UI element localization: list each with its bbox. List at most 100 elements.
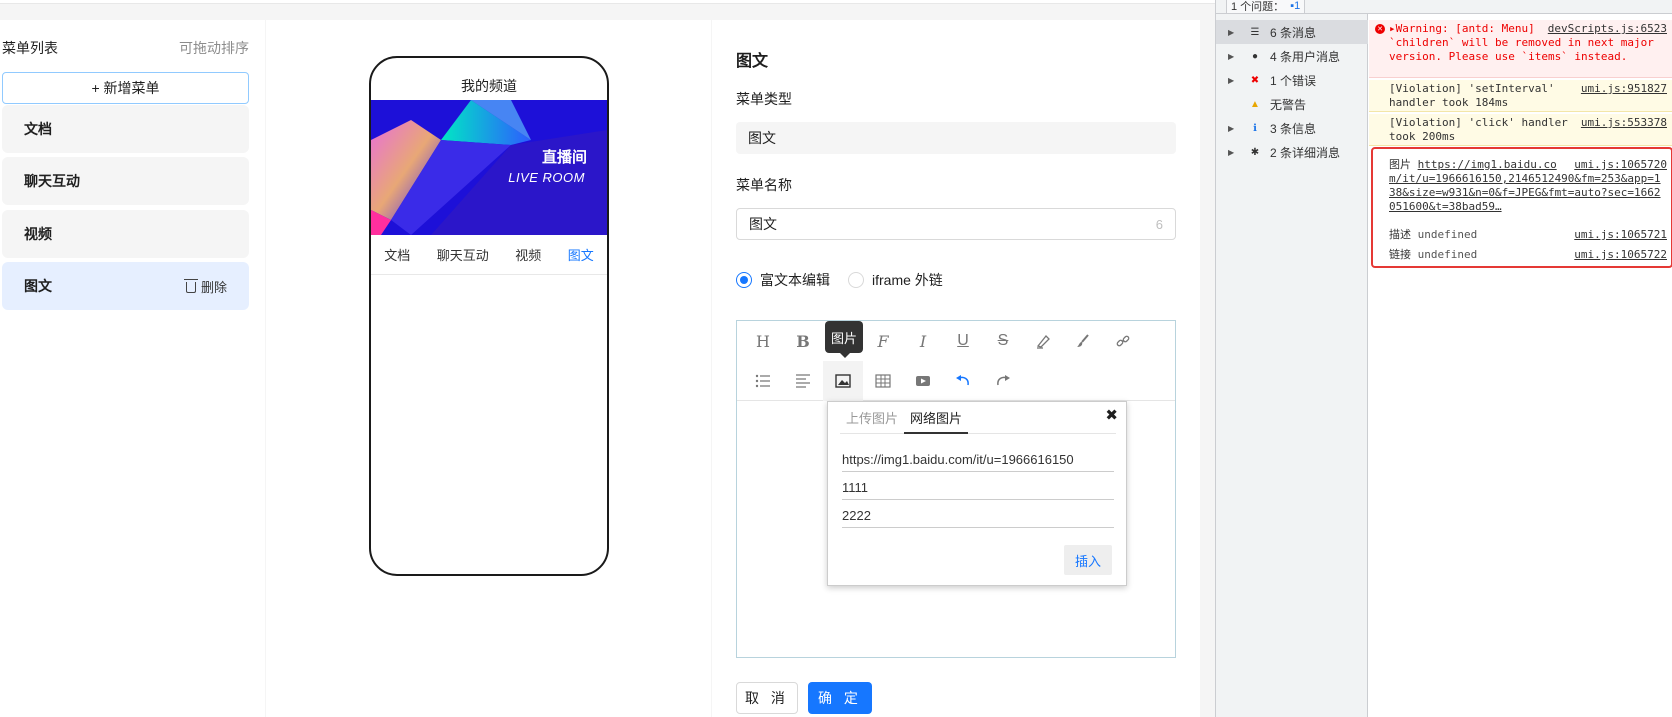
radio-dot-checked [736, 272, 752, 288]
table-icon[interactable] [863, 361, 903, 401]
sidebar-item-info[interactable]: ▶ ℹ 3 条信息 [1216, 116, 1368, 140]
phone-tab-chat[interactable]: 聊天互动 [437, 245, 489, 264]
tab-network-image[interactable]: 网络图片 [904, 408, 969, 434]
content-mode-radios: 富文本编辑 iframe 外链 [736, 270, 943, 290]
highlight-annotation-box [1371, 147, 1672, 268]
align-icon[interactable] [783, 361, 823, 401]
issues-pill[interactable]: 1 个问题： ▪1 [1226, 0, 1306, 14]
menu-item-video[interactable]: 视频 [2, 210, 249, 258]
menu-item-label: 视频 [24, 226, 52, 242]
italic-icon[interactable]: I [903, 321, 943, 361]
console-violation-2: umi.js:553378 [Violation] 'click' handle… [1369, 114, 1672, 146]
phone-tab-video[interactable]: 视频 [515, 245, 541, 264]
menu-item-label: 聊天互动 [24, 173, 80, 189]
sidebar-item-errors[interactable]: ▶ ✖ 1 个错误 [1216, 68, 1368, 92]
sidebar-item-warnings[interactable]: ▲ 无警告 [1216, 92, 1368, 116]
menu-item-docs[interactable]: 文档 [2, 105, 249, 153]
add-menu-button[interactable]: + 新增菜单 [2, 72, 249, 104]
sidebar-item-verbose[interactable]: ▶ ✱ 2 条详细消息 [1216, 140, 1368, 164]
insert-button[interactable]: 插入 [1064, 545, 1112, 575]
phone-tab-docs[interactable]: 文档 [384, 245, 410, 264]
radio-iframe[interactable]: iframe 外链 [848, 270, 943, 290]
close-icon[interactable]: ✖ [1105, 406, 1118, 424]
strikethrough-icon[interactable]: S [983, 321, 1023, 361]
form-title: 图文 [736, 53, 769, 70]
console-sidebar: ▶ ☰ 6 条消息 ▶ ● 4 条用户消息 ▶ ✖ 1 个错误 ▲ 无警告 ▶ … [1216, 14, 1368, 717]
error-icon: ✕ [1375, 24, 1385, 34]
underline-icon[interactable]: U [943, 321, 983, 361]
delete-button[interactable]: 删除 [183, 277, 227, 296]
trash-icon [183, 278, 198, 293]
image-insert-popup: 上传图片 网络图片 ✖ https://img1.baidu.com/it/u=… [827, 401, 1127, 586]
preview-panel: 我的频道 直播间 LIVE ROOM 文档 聊天互动 视频 图文 [266, 20, 711, 717]
menu-item-label: 图文 [24, 278, 52, 294]
name-input[interactable]: 图文 6 [736, 208, 1176, 240]
delete-label: 删除 [200, 279, 227, 295]
type-label: 菜单类型 [736, 91, 792, 107]
radio-richtext-label: 富文本编辑 [760, 272, 830, 288]
image-tooltip: 图片 [825, 321, 863, 358]
radio-richtext[interactable]: 富文本编辑 [736, 270, 830, 290]
undo-icon[interactable] [943, 361, 983, 401]
image-icon[interactable] [823, 360, 863, 401]
link-icon[interactable] [1103, 321, 1143, 361]
heading-icon[interactable]: H [743, 321, 783, 361]
image-url-input[interactable]: https://img1.baidu.com/it/u=1966616150 [842, 448, 1114, 472]
source-link[interactable]: umi.js:951827 [1581, 82, 1667, 96]
rich-text-editor[interactable]: H B T F I U S 图片 [736, 320, 1176, 658]
top-strip [0, 0, 1215, 4]
sidebar-item-user-messages[interactable]: ▶ ● 4 条用户消息 [1216, 44, 1368, 68]
phone-tab-article[interactable]: 图文 [568, 245, 594, 264]
issue-count: ▪1 [1290, 0, 1301, 12]
menu-item-chat[interactable]: 聊天互动 [2, 157, 249, 205]
banner-graphic [371, 100, 607, 235]
video-icon[interactable] [903, 361, 943, 401]
console-error-message: ✕ devScripts.js:6523 ▸Warning: [antd: Me… [1369, 20, 1672, 78]
devtools-issues-bar: 1 个问题： ▪1 [1216, 0, 1672, 14]
list-icon: ☰ [1250, 26, 1260, 38]
form-panel: 图文 菜单类型 图文 菜单名称 图文 6 富文本编辑 iframe 外链 H B… [712, 20, 1200, 717]
menu-header: 菜单列表 可拖动排序 [2, 38, 249, 58]
type-field: 图文 [736, 122, 1176, 154]
devtools-panel: 1 个问题： ▪1 ▶ ☰ 6 条消息 ▶ ● 4 条用户消息 ▶ ✖ 1 个错… [1215, 0, 1672, 717]
editor-toolbar-row-1: H B T F I U S [737, 321, 1175, 361]
brush-icon[interactable] [1063, 321, 1103, 361]
error-icon: ✖ [1250, 74, 1260, 86]
radio-iframe-label: iframe 外链 [872, 272, 943, 288]
banner-title: 直播间 [541, 149, 587, 166]
redo-icon[interactable] [983, 361, 1023, 401]
warning-icon: ▲ [1250, 98, 1260, 110]
phone-tabs: 文档 聊天互动 视频 图文 [371, 235, 607, 275]
image-desc-input[interactable]: 1111 [842, 476, 1114, 500]
info-icon: ℹ [1253, 122, 1257, 134]
source-link[interactable]: devScripts.js:6523 [1548, 22, 1667, 36]
char-count: 6 [1155, 216, 1163, 232]
popup-tabs: 上传图片 网络图片 [840, 408, 1116, 434]
sidebar-item-messages[interactable]: ▶ ☰ 6 条消息 [1216, 20, 1368, 44]
bug-icon: ✱ [1250, 146, 1260, 158]
phone-frame: 我的频道 直播间 LIVE ROOM 文档 聊天互动 视频 图文 [369, 56, 609, 576]
menu-item-article[interactable]: 图文 删除 [2, 262, 249, 310]
highlight-icon[interactable] [1023, 321, 1063, 361]
source-link[interactable]: umi.js:553378 [1581, 116, 1667, 130]
banner-subtitle: LIVE ROOM [508, 170, 585, 185]
menu-item-label: 文档 [24, 121, 52, 137]
confirm-button[interactable]: 确 定 [808, 682, 872, 714]
console-violation-1: umi.js:951827 [Violation] 'setInterval' … [1369, 80, 1672, 112]
cancel-button[interactable]: 取 消 [736, 682, 798, 714]
tab-upload-image[interactable]: 上传图片 [840, 408, 904, 434]
live-room-banner: 直播间 LIVE ROOM [371, 100, 607, 235]
menu-title: 菜单列表 [2, 40, 58, 56]
editor-toolbar-row-2 [737, 360, 1175, 401]
menu-panel: 菜单列表 可拖动排序 + 新增菜单 文档 聊天互动 视频 图文 删除 [0, 20, 265, 717]
issues-label: 1 个问题： [1231, 0, 1285, 13]
console-output: ✕ devScripts.js:6523 ▸Warning: [antd: Me… [1369, 14, 1672, 717]
bullet-list-icon[interactable] [743, 361, 783, 401]
bold-icon[interactable]: B [783, 321, 823, 361]
name-label: 菜单名称 [736, 177, 792, 193]
radio-dot [848, 272, 864, 288]
font-family-icon[interactable]: F [863, 321, 903, 361]
sort-hint: 可拖动排序 [179, 40, 249, 56]
user-icon: ● [1251, 50, 1259, 62]
image-link-input[interactable]: 2222 [842, 504, 1114, 528]
